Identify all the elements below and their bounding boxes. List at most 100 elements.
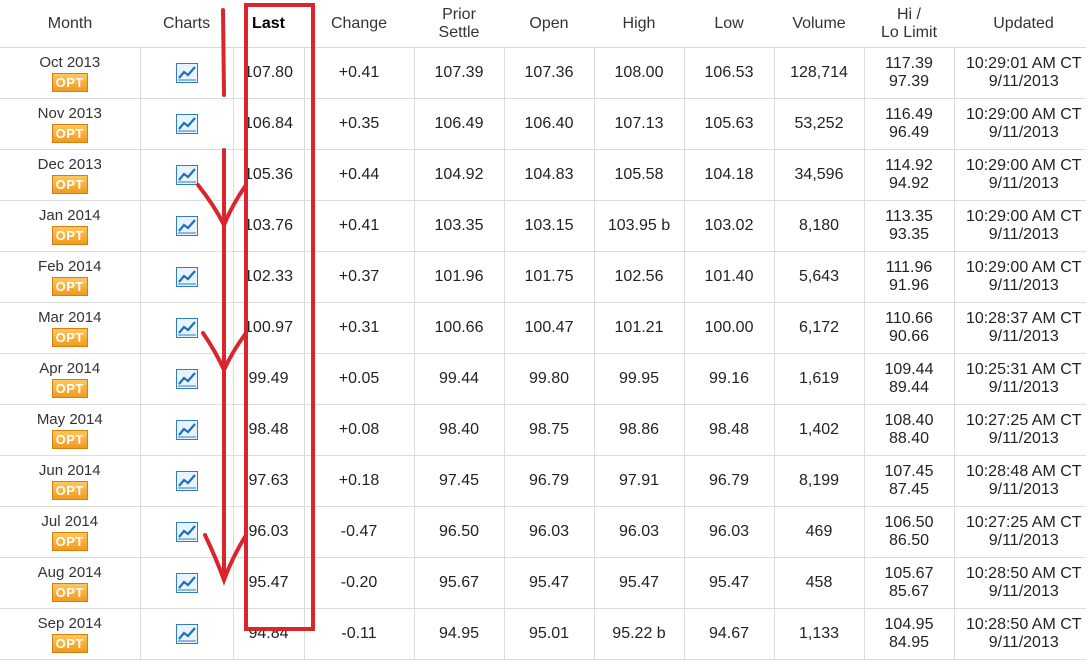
updated-date: 9/11/2013	[988, 124, 1059, 141]
lo-limit: 93.35	[888, 226, 930, 243]
line-chart-icon[interactable]	[175, 369, 198, 389]
chart-cell	[139, 404, 233, 456]
volume: 6,172	[773, 302, 864, 354]
updated-cell: 10:28:50 AM CT 9/11/2013	[953, 557, 1086, 609]
contract-month[interactable]: Aug 2014	[1, 564, 139, 582]
contract-month[interactable]: Mar 2014	[1, 309, 139, 327]
updated-date: 9/11/2013	[988, 175, 1059, 192]
header-volume[interactable]: Volume	[774, 0, 864, 48]
line-chart-icon[interactable]	[175, 114, 198, 134]
updated-time: 10:25:31 AM CT	[965, 361, 1082, 378]
last-price: 98.48	[232, 404, 304, 456]
contract-month[interactable]: Nov 2013	[1, 105, 139, 123]
price-change: -0.11	[303, 608, 414, 660]
options-button[interactable]: OPT	[51, 328, 88, 347]
options-button[interactable]: OPT	[51, 124, 88, 143]
line-chart-icon[interactable]	[175, 573, 198, 593]
options-button[interactable]: OPT	[51, 532, 88, 551]
updated-date: 9/11/2013	[988, 379, 1059, 396]
updated-date: 9/11/2013	[988, 328, 1059, 345]
high-price: 96.03	[593, 506, 684, 558]
month-cell: Feb 2014 OPT	[0, 251, 140, 303]
updated-cell: 10:28:37 AM CT 9/11/2013	[953, 302, 1086, 354]
hi-lo-limit: 117.39 97.39	[863, 47, 954, 99]
options-button[interactable]: OPT	[51, 175, 88, 194]
month-cell: Dec 2013 OPT	[0, 149, 140, 201]
contract-month[interactable]: May 2014	[1, 411, 139, 429]
line-chart-icon[interactable]	[175, 471, 198, 491]
high-price: 95.22 b	[593, 608, 684, 660]
high-price: 101.21	[593, 302, 684, 354]
line-chart-icon[interactable]	[175, 216, 198, 236]
table-row: Oct 2013 OPT 107.80 +0.41 107.39 107.36 108.00…	[0, 47, 1086, 99]
options-button[interactable]: OPT	[51, 226, 88, 245]
contract-month[interactable]: Sep 2014	[1, 615, 139, 633]
open-price: 103.15	[503, 200, 594, 252]
line-chart-icon[interactable]	[175, 165, 198, 185]
low-price: 101.40	[683, 251, 774, 303]
contract-month[interactable]: Dec 2013	[1, 156, 139, 174]
updated-time: 10:28:50 AM CT	[965, 565, 1082, 582]
line-chart-icon[interactable]	[175, 624, 198, 644]
options-button[interactable]: OPT	[51, 73, 88, 92]
options-button[interactable]: OPT	[51, 430, 88, 449]
header-last[interactable]: Last	[233, 0, 304, 48]
futures-quotes-table: Month Charts Last Change Prior Settle Op…	[0, 0, 1086, 660]
hi-limit: 110.66	[885, 310, 933, 327]
header-open[interactable]: Open	[504, 0, 594, 48]
contract-month[interactable]: Oct 2013	[1, 54, 139, 72]
line-chart-icon[interactable]	[175, 420, 198, 440]
header-low[interactable]: Low	[684, 0, 774, 48]
options-button[interactable]: OPT	[51, 379, 88, 398]
header-updated[interactable]: Updated	[954, 0, 1086, 48]
updated-cell: 10:25:31 AM CT 9/11/2013	[953, 353, 1086, 405]
open-price: 96.79	[503, 455, 594, 507]
low-price: 96.03	[683, 506, 774, 558]
contract-month[interactable]: Jun 2014	[1, 462, 139, 480]
contract-month[interactable]: Apr 2014	[1, 360, 139, 378]
price-change: +0.08	[303, 404, 414, 456]
month-cell: Jul 2014 OPT	[0, 506, 140, 558]
hi-limit: 114.92	[885, 157, 933, 174]
updated-cell: 10:29:00 AM CT 9/11/2013	[953, 149, 1086, 201]
contract-month[interactable]: Feb 2014	[1, 258, 139, 276]
open-price: 99.80	[503, 353, 594, 405]
updated-time: 10:29:00 AM CT	[965, 208, 1082, 225]
price-change: +0.41	[303, 47, 414, 99]
header-high[interactable]: High	[594, 0, 684, 48]
hi-limit: 107.45	[884, 463, 934, 480]
line-chart-icon[interactable]	[175, 318, 198, 338]
header-month[interactable]: Month	[0, 0, 140, 48]
hi-limit: 105.67	[884, 565, 934, 582]
header-prior-settle-line2: Settle	[438, 23, 480, 41]
updated-time: 10:28:48 AM CT	[965, 463, 1082, 480]
volume: 1,133	[773, 608, 864, 660]
options-button[interactable]: OPT	[51, 583, 88, 602]
line-chart-icon[interactable]	[175, 522, 198, 542]
header-hi-lo-limit[interactable]: Hi / Lo Limit	[864, 0, 954, 48]
line-chart-icon[interactable]	[175, 63, 198, 83]
chart-cell	[139, 353, 233, 405]
prior-settle: 98.40	[413, 404, 504, 456]
updated-cell: 10:29:00 AM CT 9/11/2013	[953, 200, 1086, 252]
contract-month[interactable]: Jul 2014	[1, 513, 139, 531]
chart-cell	[139, 149, 233, 201]
updated-time: 10:28:37 AM CT	[965, 310, 1082, 327]
options-button[interactable]: OPT	[51, 277, 88, 296]
open-price: 95.01	[503, 608, 594, 660]
contract-month[interactable]: Jan 2014	[1, 207, 139, 225]
line-chart-icon[interactable]	[175, 267, 198, 287]
header-prior-settle[interactable]: Prior Settle	[414, 0, 504, 48]
price-change: +0.18	[303, 455, 414, 507]
options-button[interactable]: OPT	[51, 634, 88, 653]
open-price: 107.36	[503, 47, 594, 99]
updated-cell: 10:27:25 AM CT 9/11/2013	[953, 404, 1086, 456]
prior-settle: 94.95	[413, 608, 504, 660]
hi-limit: 117.39	[885, 55, 933, 72]
chart-cell	[139, 47, 233, 99]
prior-settle: 101.96	[413, 251, 504, 303]
hi-limit: 113.35	[885, 208, 933, 225]
header-change[interactable]: Change	[304, 0, 414, 48]
month-cell: Apr 2014 OPT	[0, 353, 140, 405]
options-button[interactable]: OPT	[51, 481, 88, 500]
